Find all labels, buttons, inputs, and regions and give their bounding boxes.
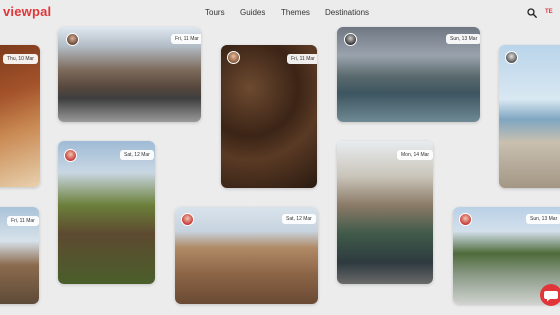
guide-avatar[interactable] xyxy=(344,33,357,46)
guide-avatar[interactable] xyxy=(459,213,472,226)
tour-card[interactable] xyxy=(499,45,560,188)
nav-destinations[interactable]: Destinations xyxy=(325,8,369,17)
tour-date: Sat, 12 Mar xyxy=(120,150,154,160)
guide-avatar[interactable] xyxy=(64,149,77,162)
nav-guides[interactable]: Guides xyxy=(240,8,265,17)
tour-date: Thu, 10 Mar xyxy=(3,54,38,64)
chat-bubble-icon xyxy=(544,291,558,302)
chat-button[interactable] xyxy=(540,284,560,306)
tour-card[interactable]: Sun, 13 Mar xyxy=(337,27,480,122)
tour-card[interactable]: Mon, 14 Mar xyxy=(337,141,433,284)
nav-tours[interactable]: Tours xyxy=(205,8,225,17)
tour-photo xyxy=(499,45,560,188)
tour-photo xyxy=(58,141,155,284)
guide-avatar[interactable] xyxy=(505,51,518,64)
tour-date: Sun, 13 Mar xyxy=(526,214,560,224)
tour-card[interactable]: Sat, 12 Mar xyxy=(175,207,318,304)
tour-card[interactable]: Fri, 11 Mar xyxy=(221,45,317,188)
tour-photo xyxy=(337,141,433,284)
viewpal-logo[interactable]: viewpal xyxy=(3,4,51,19)
page: viewpal Tours Guides Themes Destinations… xyxy=(0,0,560,315)
tour-date: Fri, 11 Mar xyxy=(7,216,39,226)
tour-date: Mon, 14 Mar xyxy=(397,150,433,160)
tour-card[interactable]: Thu, 10 Mar xyxy=(0,45,40,187)
guide-avatar[interactable] xyxy=(181,213,194,226)
nav-themes[interactable]: Themes xyxy=(281,8,310,17)
tour-date: Fri, 11 Mar xyxy=(171,34,201,44)
tour-date: Sun, 13 Mar xyxy=(446,34,480,44)
tour-date: Sat, 12 Mar xyxy=(282,214,316,224)
top-navigation-bar: viewpal Tours Guides Themes Destinations… xyxy=(0,0,560,26)
guide-avatar[interactable] xyxy=(227,51,240,64)
tour-photo xyxy=(0,45,40,187)
tour-date: Fri, 11 Mar xyxy=(287,54,317,64)
tour-card[interactable]: Fri, 11 Mar xyxy=(0,207,39,304)
language-selector[interactable]: TE xyxy=(545,9,553,15)
tour-photo xyxy=(221,45,317,188)
tour-card[interactable]: Fri, 11 Mar xyxy=(58,27,201,122)
search-icon[interactable] xyxy=(527,8,537,18)
tour-card[interactable]: Sat, 12 Mar xyxy=(58,141,155,284)
guide-avatar[interactable] xyxy=(66,33,79,46)
